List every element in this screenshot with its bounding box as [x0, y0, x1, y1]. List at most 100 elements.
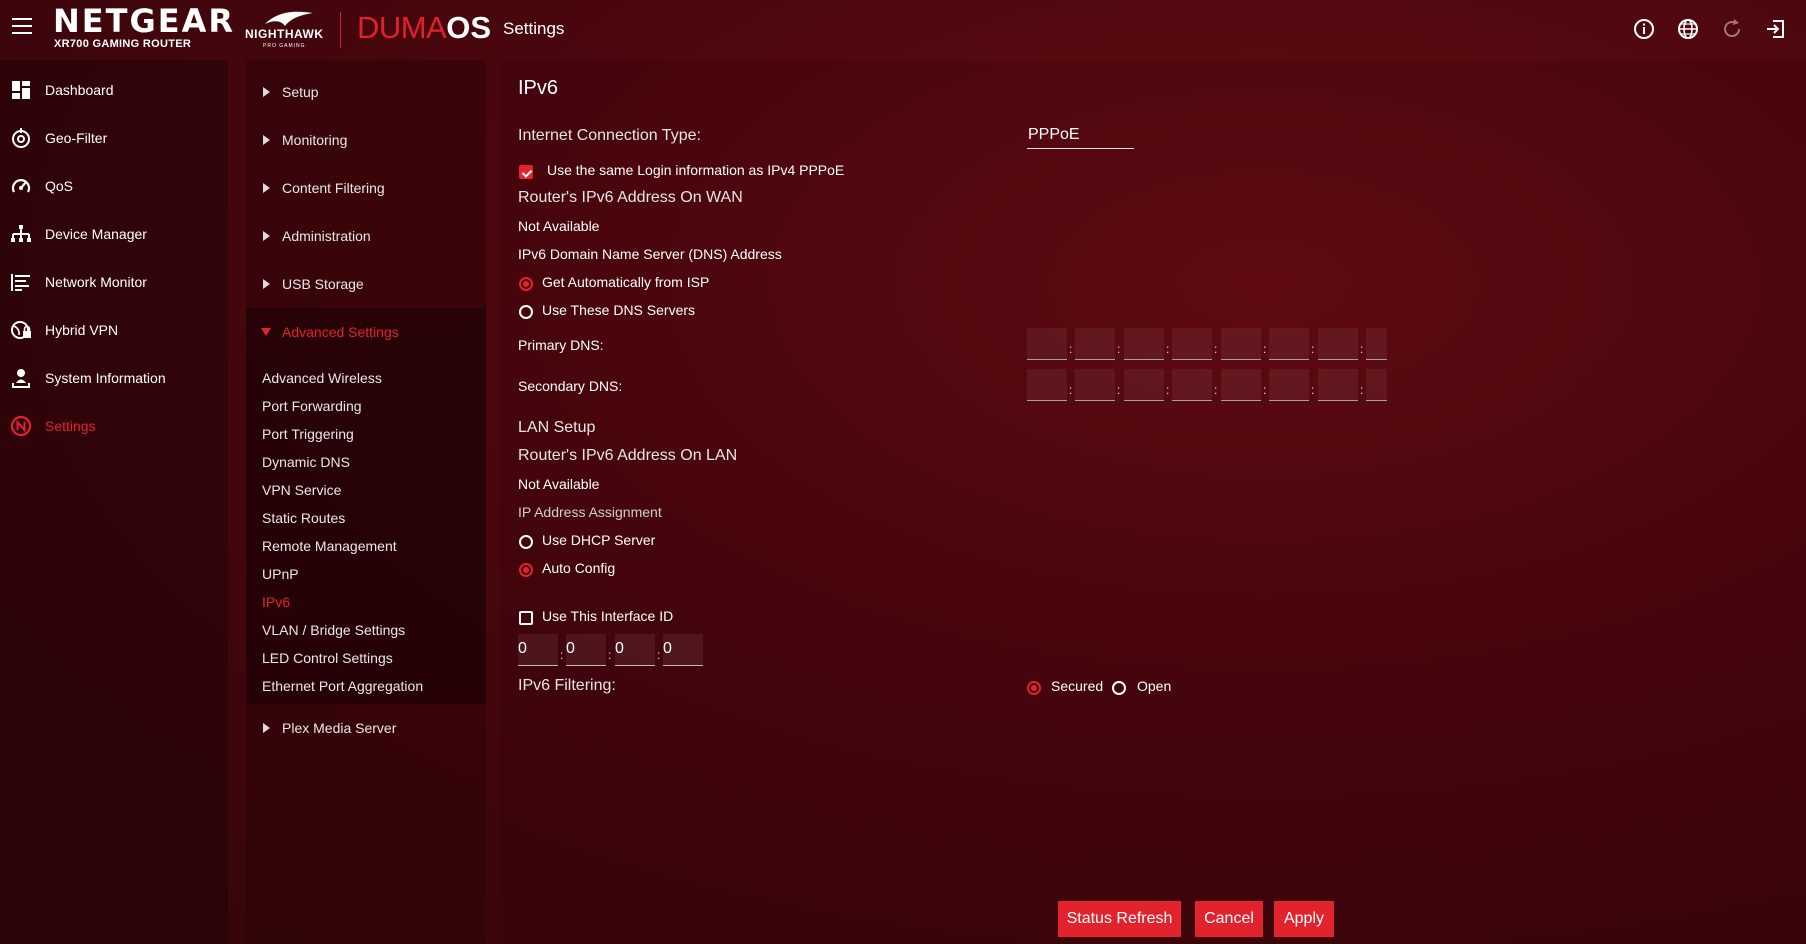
dashboard-icon: [12, 81, 30, 99]
page-title: Settings: [503, 19, 565, 38]
dns-manual-radio[interactable]: [519, 305, 533, 319]
menu-item-dynamic-dns[interactable]: Dynamic DNS: [262, 454, 350, 470]
menu-item-remote-management[interactable]: Remote Management: [262, 538, 397, 554]
primary-dns-segment[interactable]: [1027, 328, 1067, 360]
lan-address-value: Not Available: [518, 476, 600, 492]
dns-manual-label: Use These DNS Servers: [542, 302, 696, 318]
secondary-dns-segment[interactable]: [1075, 369, 1115, 401]
sidebar-item-qos[interactable]: QoS: [0, 164, 228, 208]
dumaos-logo: DUMAOS: [357, 10, 491, 46]
menu-item-vlan-bridge-settings[interactable]: VLAN / Bridge Settings: [262, 622, 405, 638]
interface-id-segment[interactable]: 0: [566, 634, 606, 666]
nighthawk-logo: NIGHTHAWK PRO GAMING: [245, 10, 327, 50]
secondary-dns-segment[interactable]: [1027, 369, 1067, 401]
secondary-dns-segment[interactable]: [1318, 369, 1358, 401]
colon-separator: :: [1069, 342, 1073, 356]
secondary-dns-segment[interactable]: [1221, 369, 1261, 401]
primary-dns-label: Primary DNS:: [518, 337, 604, 353]
secondary-dns-segment[interactable]: [1269, 369, 1309, 401]
primary-dns-segment[interactable]: [1124, 328, 1164, 360]
secondary-dns-segment[interactable]: [1124, 369, 1164, 401]
menu-item-ethernet-port-aggregation[interactable]: Ethernet Port Aggregation: [262, 678, 423, 694]
primary-dns-segment[interactable]: [1318, 328, 1358, 360]
colon-separator: :: [657, 648, 661, 662]
filtering-secured-radio[interactable]: [1027, 681, 1041, 695]
section-monitoring[interactable]: Monitoring: [246, 118, 486, 162]
menu-item-ipv6[interactable]: IPv6: [262, 594, 290, 610]
menu-item-led-control-settings[interactable]: LED Control Settings: [262, 650, 393, 666]
globe-icon[interactable]: [1676, 17, 1700, 41]
dhcp-server-radio[interactable]: [519, 535, 533, 549]
qos-icon: [11, 179, 31, 193]
section-plex-media-server[interactable]: Plex Media Server: [246, 706, 486, 750]
menu-item-port-forwarding[interactable]: Port Forwarding: [262, 398, 362, 414]
dhcp-server-label: Use DHCP Server: [542, 532, 656, 548]
primary-dns-segment[interactable]: [1221, 328, 1261, 360]
primary-dns-segment[interactable]: [1366, 328, 1387, 360]
connection-type-label: Internet Connection Type:: [518, 127, 701, 144]
sidebar-item-hybrid-vpn[interactable]: Hybrid VPN: [0, 308, 228, 352]
primary-dns-input-group: : : : : : : :: [1027, 328, 1387, 362]
section-administration[interactable]: Administration: [246, 214, 486, 258]
section-setup[interactable]: Setup: [246, 70, 486, 114]
apply-button[interactable]: Apply: [1274, 901, 1334, 937]
same-login-checkbox[interactable]: [519, 165, 533, 179]
geo-filter-icon: [12, 128, 30, 148]
colon-separator: :: [1360, 383, 1364, 397]
status-refresh-button[interactable]: Status Refresh: [1058, 901, 1181, 937]
section-advanced-settings[interactable]: Advanced Settings: [246, 310, 486, 354]
section-usb-storage[interactable]: USB Storage: [246, 262, 486, 306]
settings-sidebar: Setup Monitoring Content Filtering Admin…: [246, 60, 486, 944]
secondary-dns-segment[interactable]: [1172, 369, 1212, 401]
logout-icon[interactable]: [1764, 17, 1788, 41]
sidebar-item-device-manager[interactable]: Device Manager: [0, 212, 228, 256]
info-icon[interactable]: [1632, 17, 1656, 41]
menu-item-static-routes[interactable]: Static Routes: [262, 510, 345, 526]
cancel-button[interactable]: Cancel: [1195, 901, 1263, 937]
nighthawk-text: NIGHTHAWK: [245, 27, 324, 41]
interface-id-segment[interactable]: 0: [518, 634, 558, 666]
colon-separator: :: [1117, 342, 1121, 356]
chevron-down-icon: [261, 328, 271, 336]
menu-item-upnp[interactable]: UPnP: [262, 566, 299, 582]
secondary-dns-segment[interactable]: [1366, 369, 1387, 401]
section-label: Monitoring: [282, 132, 348, 148]
netgear-logo: NETGEAR XR700 GAMING ROUTER: [53, 4, 235, 50]
section-label: Content Filtering: [282, 180, 385, 196]
primary-dns-segment[interactable]: [1075, 328, 1115, 360]
refresh-icon[interactable]: [1720, 17, 1744, 41]
interface-id-segment[interactable]: 0: [663, 634, 703, 666]
dns-auto-radio[interactable]: [519, 277, 533, 291]
sidebar-item-network-monitor[interactable]: Network Monitor: [0, 260, 228, 304]
sidebar-item-system-information[interactable]: System Information: [0, 356, 228, 400]
dumaos-logo-part2: OS: [446, 10, 492, 45]
section-content-filtering[interactable]: Content Filtering: [246, 166, 486, 210]
nighthawk-subtext: PRO GAMING: [263, 43, 306, 49]
sidebar-item-settings[interactable]: Settings: [0, 404, 228, 448]
nighthawk-wing-icon: [265, 11, 313, 26]
sidebar-item-label: Geo-Filter: [45, 130, 108, 146]
primary-dns-segment[interactable]: [1269, 328, 1309, 360]
auto-config-radio[interactable]: [519, 563, 533, 577]
filtering-open-label: Open: [1137, 678, 1172, 694]
menu-item-vpn-service[interactable]: VPN Service: [262, 482, 341, 498]
device-manager-icon: [11, 225, 31, 242]
section-label: Advanced Settings: [282, 324, 399, 340]
sidebar-item-dashboard[interactable]: Dashboard: [0, 68, 228, 112]
connection-type-value[interactable]: PPPoE: [1027, 126, 1134, 149]
ipv6-filtering-label: IPv6 Filtering:: [518, 677, 616, 694]
interface-id-checkbox[interactable]: [519, 611, 533, 625]
sidebar-item-geo-filter[interactable]: Geo-Filter: [0, 116, 228, 160]
colon-separator: :: [1069, 383, 1073, 397]
interface-id-segment[interactable]: 0: [615, 634, 655, 666]
colon-separator: :: [1166, 342, 1170, 356]
menu-item-port-triggering[interactable]: Port Triggering: [262, 426, 354, 442]
menu-item-advanced-wireless[interactable]: Advanced Wireless: [262, 370, 382, 386]
filtering-open-radio[interactable]: [1112, 681, 1126, 695]
colon-separator: :: [1311, 342, 1315, 356]
sidebar-item-label: System Information: [45, 370, 166, 386]
menu-icon[interactable]: [12, 18, 32, 34]
primary-dns-segment[interactable]: [1172, 328, 1212, 360]
lan-address-label: Router's IPv6 Address On LAN: [518, 447, 738, 464]
chevron-right-icon: [263, 723, 270, 733]
